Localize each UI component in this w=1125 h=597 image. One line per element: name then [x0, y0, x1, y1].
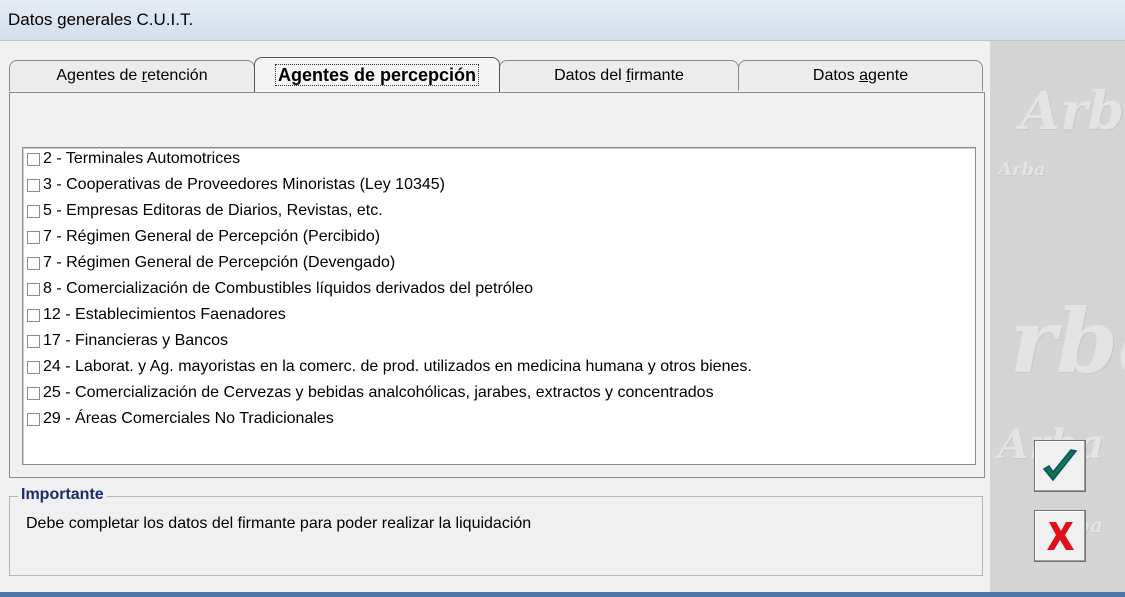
agent-checkbox-item[interactable]: 5 - Empresas Editoras de Diarios, Revist… — [27, 198, 383, 224]
checkbox[interactable] — [27, 152, 40, 166]
agent-checkbox-item[interactable]: 25 - Comercialización de Cervezas y bebi… — [27, 380, 714, 406]
checkbox[interactable] — [27, 334, 40, 348]
agent-checkbox-item[interactable]: 2 - Terminales Automotrices — [27, 146, 240, 172]
checkbox[interactable] — [27, 412, 40, 426]
tab-datos-agente[interactable]: Datos agente — [738, 60, 983, 91]
notice-group: Importante Debe completar los datos del … — [9, 486, 983, 576]
checkbox[interactable] — [27, 256, 40, 270]
title-bar: Datos generales C.U.I.T. — [0, 0, 1125, 41]
checkbox[interactable] — [27, 282, 40, 296]
tab-agentes-retencion[interactable]: Agentes de retención — [9, 60, 255, 91]
agent-checkbox-item[interactable]: 7 - Régimen General de Percepción (Perci… — [27, 224, 380, 250]
tab-page-agentes-percepcion: 2 - Terminales Automotrices 3 - Cooperat… — [9, 92, 985, 478]
checkbox[interactable] — [27, 360, 40, 374]
cancel-button[interactable] — [1034, 510, 1086, 562]
checkbox[interactable] — [27, 204, 40, 218]
agents-checklist[interactable]: 2 - Terminales Automotrices 3 - Cooperat… — [22, 147, 976, 465]
checkbox[interactable] — [27, 230, 40, 244]
notice-message: Debe completar los datos del firmante pa… — [26, 515, 532, 532]
agent-checkbox-item[interactable]: 17 - Financieras y Bancos — [27, 328, 228, 354]
watermark-logo: Arba — [1020, 81, 1125, 142]
checkbox[interactable] — [27, 178, 40, 192]
window-bottom-border — [0, 592, 1125, 597]
agent-checkbox-item[interactable]: 24 - Laborat. y Ag. mayoristas en la com… — [27, 354, 752, 380]
tab-strip: Agentes de retención Agentes de percepci… — [9, 57, 985, 93]
checkmark-icon — [1042, 449, 1078, 482]
confirm-button[interactable] — [1034, 440, 1086, 492]
window-title: Datos generales C.U.I.T. — [8, 10, 194, 29]
agent-checkbox-item[interactable]: 29 - Áreas Comerciales No Tradicionales — [27, 406, 334, 432]
agent-checkbox-item[interactable]: 7 - Régimen General de Percepción (Deven… — [27, 250, 395, 276]
watermark-logo: rba — [1010, 289, 1125, 393]
tab-agentes-percepcion[interactable]: Agentes de percepción — [254, 57, 500, 92]
agent-checkbox-item[interactable]: 8 - Comercialización de Combustibles líq… — [27, 276, 533, 302]
watermark-logo: Arba — [998, 159, 1046, 180]
agent-checkbox-item[interactable]: 12 - Establecimientos Faenadores — [27, 302, 286, 328]
checkbox[interactable] — [27, 308, 40, 322]
notice-title: Importante — [18, 486, 107, 504]
agent-checkbox-item[interactable]: 3 - Cooperativas de Proveedores Minorist… — [27, 172, 445, 198]
checkbox[interactable] — [27, 386, 40, 400]
x-icon — [1047, 522, 1074, 550]
tab-datos-firmante[interactable]: Datos del firmante — [499, 60, 739, 91]
